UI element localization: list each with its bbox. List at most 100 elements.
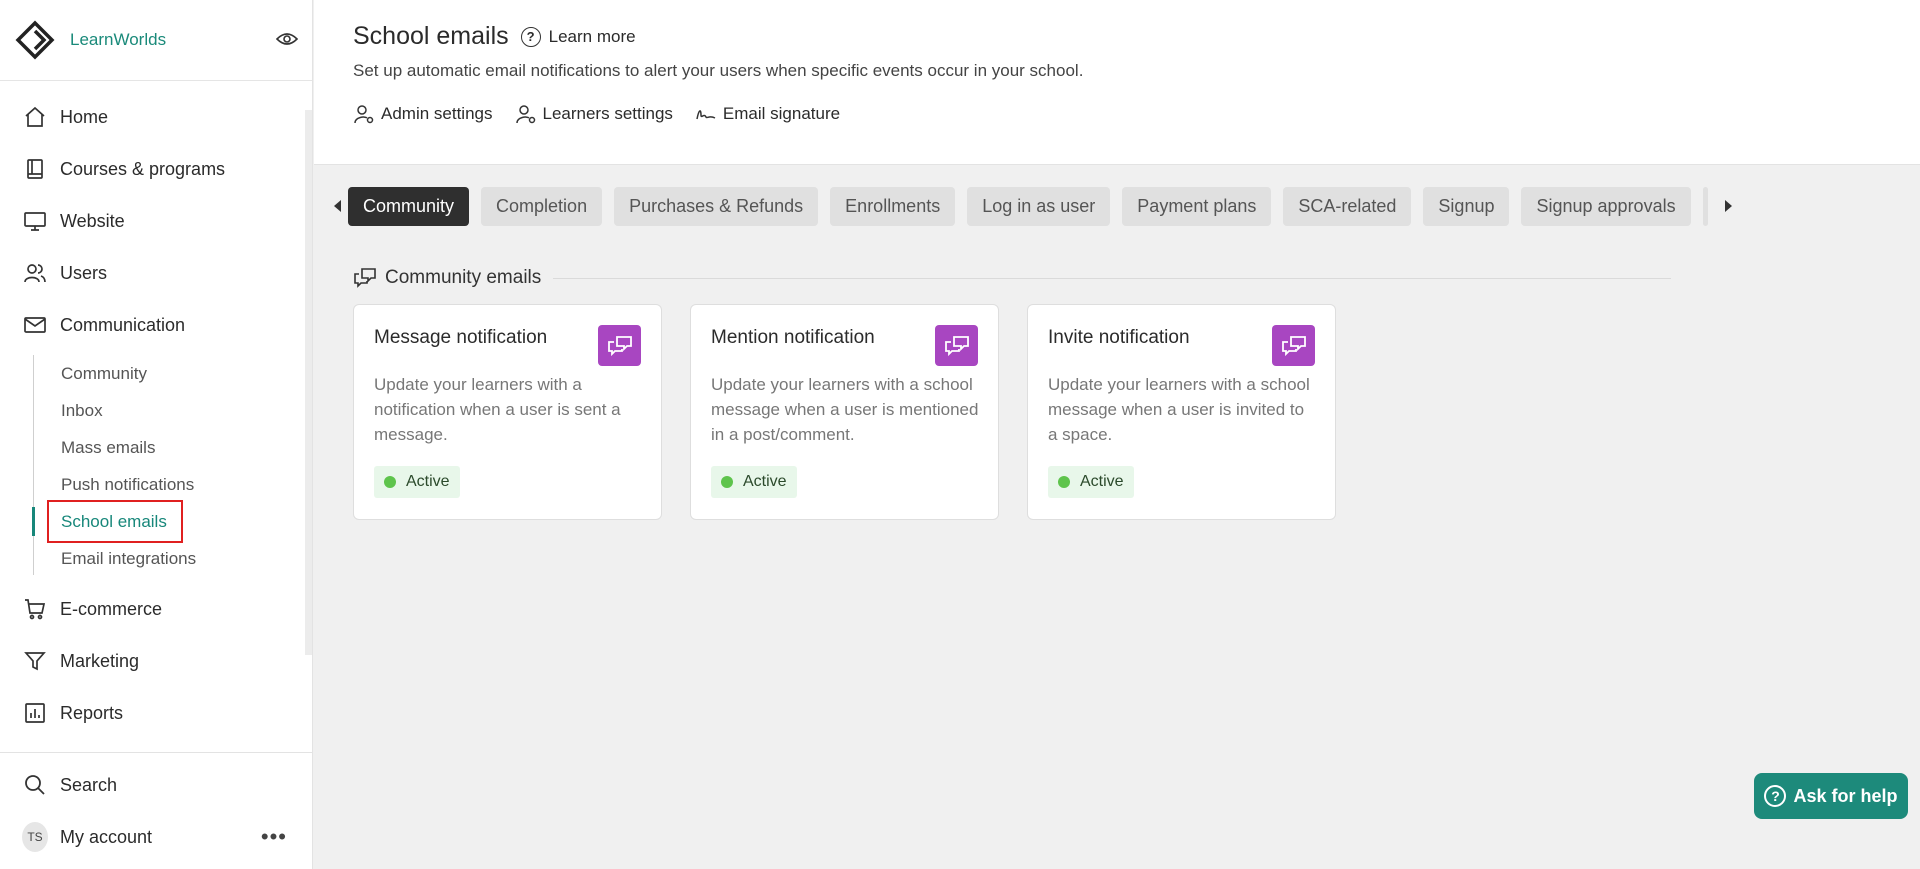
status-badge: Active [374, 466, 460, 498]
avatar: TS [22, 822, 48, 852]
status-dot [1058, 476, 1070, 488]
tab-purchases-refunds[interactable]: Purchases & Refunds [614, 186, 819, 226]
avatar-wrap: TS [22, 822, 48, 852]
main-content: School emails ? Learn more Set up automa… [314, 0, 1920, 869]
ask-for-help-button[interactable]: ? Ask for help [1754, 773, 1908, 819]
tab-signup-approvals[interactable]: Signup approvals [1521, 186, 1691, 226]
learnworlds-logo-icon[interactable] [14, 19, 56, 61]
sidebar-item-communication[interactable]: Communication [0, 299, 312, 351]
user-settings-icon [353, 103, 375, 125]
learners-settings-link[interactable]: Learners settings [515, 103, 673, 125]
status-dot [721, 476, 733, 488]
section-title: Community emails [385, 267, 542, 288]
sidebar-item-reports[interactable]: Reports [0, 687, 312, 739]
submenu-item-school-emails[interactable]: School emails [32, 500, 312, 543]
sidebar-nav: Home Courses & programs Website Users Co… [0, 81, 312, 739]
page-description: Set up automatic email notifications to … [353, 61, 1084, 80]
cart-icon [22, 596, 48, 622]
monitor-icon [22, 208, 48, 234]
help-circle-icon: ? [520, 26, 541, 47]
submenu-item-community[interactable]: Community [33, 355, 312, 392]
sidebar-item-label: E-commerce [60, 598, 163, 619]
tabs-scroll-left-icon[interactable] [328, 186, 348, 226]
chat-bubbles-icon [1272, 325, 1315, 366]
tab-enrollments[interactable]: Enrollments [830, 186, 956, 226]
sidebar-item-website[interactable]: Website [0, 195, 312, 247]
card-description: Update your learners with a school messa… [711, 375, 979, 444]
tabs-scroll-right-icon[interactable] [1718, 186, 1738, 226]
sidebar-item-label: Users [60, 262, 108, 283]
sidebar: LearnWorlds Home Courses & programs Webs… [0, 0, 313, 869]
sidebar-item-label: Marketing [60, 650, 140, 671]
home-icon [22, 104, 48, 130]
title-row: School emails ? Learn more [353, 22, 1920, 51]
eye-icon[interactable] [275, 30, 299, 48]
section-divider [553, 277, 1671, 279]
status-badge: Active [1048, 466, 1134, 498]
tab-completion[interactable]: Completion [481, 186, 603, 226]
brand-name[interactable]: LearnWorlds [70, 30, 166, 50]
submenu-item-mass-emails[interactable]: Mass emails [33, 429, 312, 466]
chat-bubbles-icon [935, 325, 978, 366]
page-header: School emails ? Learn more Set up automa… [314, 0, 1920, 165]
sidebar-item-my-account[interactable]: TS My account ••• [0, 811, 313, 863]
sidebar-item-label: Courses & programs [60, 158, 226, 179]
tab-log-in-as-user[interactable]: Log in as user [967, 186, 1111, 226]
settings-links: Admin settings Learners settings Email s… [353, 103, 1920, 125]
sidebar-item-marketing[interactable]: Marketing [0, 635, 312, 687]
funnel-icon [22, 648, 48, 674]
chat-bubbles-icon [598, 325, 641, 366]
sidebar-item-search[interactable]: Search [0, 759, 313, 811]
learn-more-link[interactable]: ? Learn more [520, 26, 636, 47]
section-header: Community emails [353, 266, 1671, 290]
communication-submenu: Community Inbox Mass emails Push notific… [32, 351, 312, 583]
status-dot [384, 476, 396, 488]
card-invite-notification[interactable]: Invite notification Update your learners… [1027, 304, 1336, 520]
highlight-box [47, 500, 183, 543]
sidebar-scrollbar[interactable] [305, 110, 312, 655]
email-signature-label: Email signature [722, 104, 841, 123]
tab-sca-related[interactable]: SCA-related [1283, 186, 1412, 226]
submenu-item-inbox[interactable]: Inbox [33, 392, 312, 429]
submenu-item-push-notifications[interactable]: Push notifications [33, 466, 312, 503]
learners-settings-label: Learners settings [542, 104, 673, 123]
sidebar-item-label: Communication [60, 314, 186, 335]
chart-icon [22, 700, 48, 726]
status-label: Active [1080, 473, 1124, 490]
tab-signup[interactable]: Signup [1423, 186, 1510, 226]
admin-settings-label: Admin settings [381, 104, 493, 123]
page-title: School emails [353, 22, 509, 50]
sidebar-item-label: Reports [60, 702, 124, 723]
email-signature-link[interactable]: Email signature [695, 103, 840, 125]
card-mention-notification[interactable]: Mention notification Update your learner… [690, 304, 999, 520]
submenu-item-email-integrations[interactable]: Email integrations [33, 540, 312, 577]
category-tabs: Community Completion Purchases & Refunds… [328, 186, 1738, 226]
learn-more-label: Learn more [548, 26, 636, 46]
tab-overflow[interactable] [1702, 186, 1708, 226]
sidebar-item-label: Search [60, 774, 118, 795]
chat-bubbles-icon [353, 266, 377, 290]
status-label: Active [406, 473, 450, 490]
tab-community[interactable]: Community [348, 186, 470, 226]
help-circle-icon: ? [1764, 785, 1787, 807]
search-icon [22, 772, 48, 798]
admin-settings-link[interactable]: Admin settings [353, 103, 493, 125]
status-label: Active [743, 473, 787, 490]
mail-icon [22, 312, 48, 338]
sidebar-item-ecommerce[interactable]: E-commerce [0, 583, 312, 635]
sidebar-item-home[interactable]: Home [0, 91, 312, 143]
tab-payment-plans[interactable]: Payment plans [1122, 186, 1272, 226]
more-options-icon[interactable]: ••• [261, 824, 287, 850]
card-message-notification[interactable]: Message notification Update your learner… [353, 304, 662, 520]
sidebar-item-label: My account [60, 826, 153, 847]
card-description: Update your learners with a school messa… [1048, 375, 1310, 444]
book-icon [22, 156, 48, 182]
status-badge: Active [711, 466, 797, 498]
sidebar-item-courses[interactable]: Courses & programs [0, 143, 312, 195]
sidebar-item-users[interactable]: Users [0, 247, 312, 299]
sidebar-item-label: Website [60, 210, 125, 231]
sidebar-bottom: Search TS My account ••• [0, 752, 313, 863]
user-settings-icon [515, 103, 537, 125]
brand-header: LearnWorlds [0, 0, 312, 81]
ask-for-help-label: Ask for help [1793, 785, 1898, 806]
